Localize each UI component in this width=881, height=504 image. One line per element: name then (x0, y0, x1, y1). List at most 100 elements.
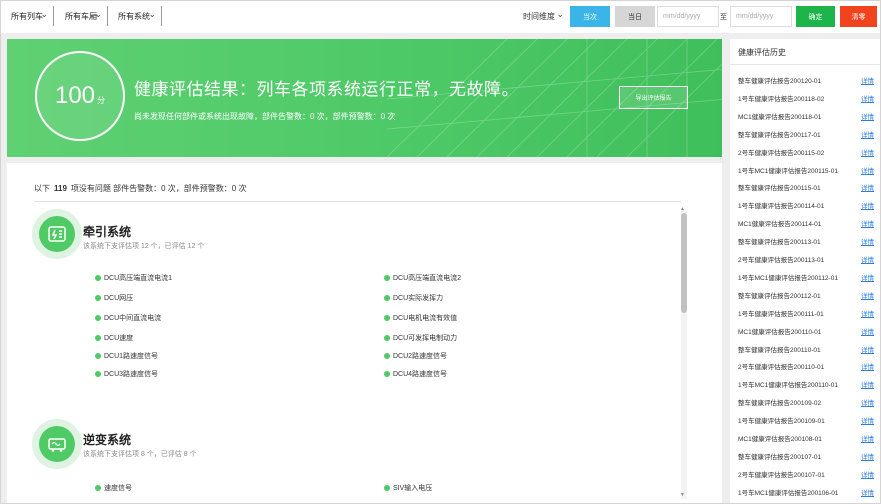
check-ok-icon (95, 275, 101, 281)
history-item-label: 1号车健康评估报告200114-01 (738, 203, 825, 211)
history-detail-link[interactable]: 详情 (861, 397, 874, 407)
health-result-banner: 100 分 健康评估结果：列车各项系统运行正常，无故障。 尚未发现任何部件或系统… (7, 39, 722, 157)
history-item: 1号车MC1健康评估报告200115-01 详情 (738, 163, 874, 177)
score-value: 100 (54, 82, 96, 109)
history-detail-link[interactable]: 详情 (861, 129, 874, 139)
history-item-label: 整车健康评估报告200110-01 (738, 346, 821, 354)
history-detail-link[interactable]: 详情 (861, 111, 874, 121)
history-item: 整车健康评估报告200120-01 详情 (738, 73, 874, 87)
check-item: DCU高压端直流电流1 (95, 273, 172, 283)
history-item: MC1健康评估报告200118-01 详情 (738, 109, 874, 123)
this-time-button[interactable]: 当次 (570, 6, 610, 27)
history-detail-link[interactable]: 详情 (861, 218, 874, 228)
assessment-detail-panel: 以下 119 项没有问题 部件告警数：0 次，部件预警数：0 次 ▲ ▼ 牵引系… (7, 163, 722, 503)
scrollbar-thumb[interactable] (681, 213, 687, 313)
history-detail-link[interactable]: 详情 (861, 75, 874, 85)
filter-toolbar: 所有列车 ⌄ 所有车厢 ⌄ 所有系统 ⌄ 时间维度 ⌄ 当次 当日 mm/dd/… (1, 1, 880, 33)
history-item: 整车健康评估报告200117-01 详情 (738, 127, 874, 141)
check-item: DCU可发挥电制动力 (384, 333, 457, 343)
history-detail-link[interactable]: 详情 (861, 93, 874, 103)
app-frame: 所有列车 ⌄ 所有车厢 ⌄ 所有系统 ⌄ 时间维度 ⌄ 当次 当日 mm/dd/… (0, 0, 881, 504)
train-select-label: 所有列车 (11, 11, 43, 21)
car-select-label: 所有车厢 (65, 11, 97, 21)
confirm-button[interactable]: 确定 (796, 6, 835, 27)
system-subtitle: 该系统下支评估项 8 个，已评估 8 个 (83, 451, 197, 458)
check-ok-icon (384, 275, 390, 281)
history-detail-link[interactable]: 详情 (861, 182, 874, 192)
history-detail-link[interactable]: 详情 (861, 433, 874, 443)
sidebar-title: 健康评估历史 (738, 48, 786, 57)
date-type-label: 时间维度 (523, 11, 555, 21)
history-detail-link[interactable]: 详情 (861, 200, 874, 210)
export-report-button[interactable]: 导出评估报告 (619, 86, 688, 109)
car-select[interactable]: 所有车厢 ⌄ (61, 6, 108, 26)
battery-panel-icon (48, 226, 66, 242)
date-type-select[interactable]: 时间维度 ⌄ (519, 6, 567, 26)
history-item: 1号车MC1健康评估报告200110-01 详情 (738, 377, 874, 391)
summary-line: 以下 119 项没有问题 部件告警数：0 次，部件预警数：0 次 (34, 183, 246, 194)
history-item: MC1健康评估报告200114-01 详情 (738, 216, 874, 230)
history-item-label: MC1健康评估报告200110-01 (738, 328, 822, 336)
today-button[interactable]: 当日 (615, 6, 655, 27)
check-item: SIV输入电压 (384, 483, 432, 493)
history-detail-link[interactable]: 详情 (861, 487, 874, 497)
history-detail-link[interactable]: 详情 (861, 254, 874, 264)
system-title: 逆变系统 (83, 433, 132, 447)
chevron-down-icon: ⌄ (40, 9, 48, 19)
check-item: DCU4路速度信号 (384, 369, 447, 379)
date-to-label: 至 (720, 14, 727, 21)
system-select[interactable]: 所有系统 ⌄ (114, 6, 162, 26)
system-subtitle: 该系统下支评估项 12 个，已评估 12 个 (83, 243, 205, 250)
history-item-label: 1号车MC1健康评估报告200110-01 (738, 382, 838, 390)
history-item: 整车健康评估报告200115-01 详情 (738, 180, 874, 194)
summary-count: 119 (54, 184, 67, 193)
history-detail-link[interactable]: 详情 (861, 165, 874, 175)
history-item-label: 整车健康评估报告200112-01 (738, 292, 821, 300)
check-ok-icon (95, 335, 101, 341)
history-detail-link[interactable]: 详情 (861, 236, 874, 246)
check-ok-icon (384, 295, 390, 301)
history-detail-link[interactable]: 详情 (861, 361, 874, 371)
end-date-input[interactable]: mm/dd/yyyy (730, 6, 792, 27)
history-detail-link[interactable]: 详情 (861, 308, 874, 318)
history-item: 1号车健康评估报告200118-02 详情 (738, 91, 874, 105)
system-icon-ring (32, 419, 82, 469)
history-item: 整车健康评估报告200112-01 详情 (738, 288, 874, 302)
system-icon-ring (32, 209, 82, 259)
system-title: 牵引系统 (83, 225, 132, 239)
history-item: MC1健康评估报告200108-01 详情 (738, 431, 874, 445)
history-detail-link[interactable]: 详情 (861, 469, 874, 479)
history-item-label: 1号车MC1健康评估报告200115-01 (738, 167, 838, 175)
history-detail-link[interactable]: 详情 (861, 451, 874, 461)
score-ring: 100 分 (35, 51, 125, 141)
history-detail-link[interactable]: 详情 (861, 272, 874, 282)
history-item: 整车健康评估报告200109-02 详情 (738, 395, 874, 409)
history-item-label: MC1健康评估报告200118-01 (738, 113, 822, 121)
history-item-label: 1号车健康评估报告200111-01 (738, 310, 824, 318)
scroll-up-icon[interactable]: ▲ (680, 206, 685, 212)
history-detail-link[interactable]: 详情 (861, 379, 874, 389)
start-date-input[interactable]: mm/dd/yyyy (657, 6, 719, 27)
check-ok-icon (95, 315, 101, 321)
score-unit: 分 (97, 95, 106, 105)
summary-text: 项没有问题 部件告警数：0 次，部件预警数：0 次 (70, 184, 247, 193)
history-item: 1号车MC1健康评估报告200106-01 详情 (738, 485, 874, 499)
history-detail-link[interactable]: 详情 (861, 415, 874, 425)
train-select[interactable]: 所有列车 ⌄ (7, 6, 54, 26)
history-detail-link[interactable]: 详情 (861, 326, 874, 336)
history-detail-link[interactable]: 详情 (861, 290, 874, 300)
history-item: 2号车健康评估报告200115-02 详情 (738, 145, 874, 159)
history-detail-link[interactable]: 详情 (861, 344, 874, 354)
history-detail-link[interactable]: 详情 (861, 147, 874, 157)
check-ok-icon (384, 371, 390, 377)
history-item-label: 1号车健康评估报告200109-01 (738, 418, 825, 426)
history-item: 整车健康评估报告200107-01 详情 (738, 449, 874, 463)
history-item-label: 2号车健康评估报告200113-01 (738, 257, 825, 264)
scroll-down-icon[interactable]: ▼ (680, 492, 685, 498)
history-item: 整车健康评估报告200113-01 详情 (738, 234, 874, 248)
history-item: 2号车健康评估报告200107-01 详情 (738, 467, 874, 481)
divider (34, 201, 681, 202)
check-ok-icon (95, 353, 101, 359)
check-ok-icon (384, 353, 390, 359)
reset-button[interactable]: 清零 (840, 6, 877, 27)
